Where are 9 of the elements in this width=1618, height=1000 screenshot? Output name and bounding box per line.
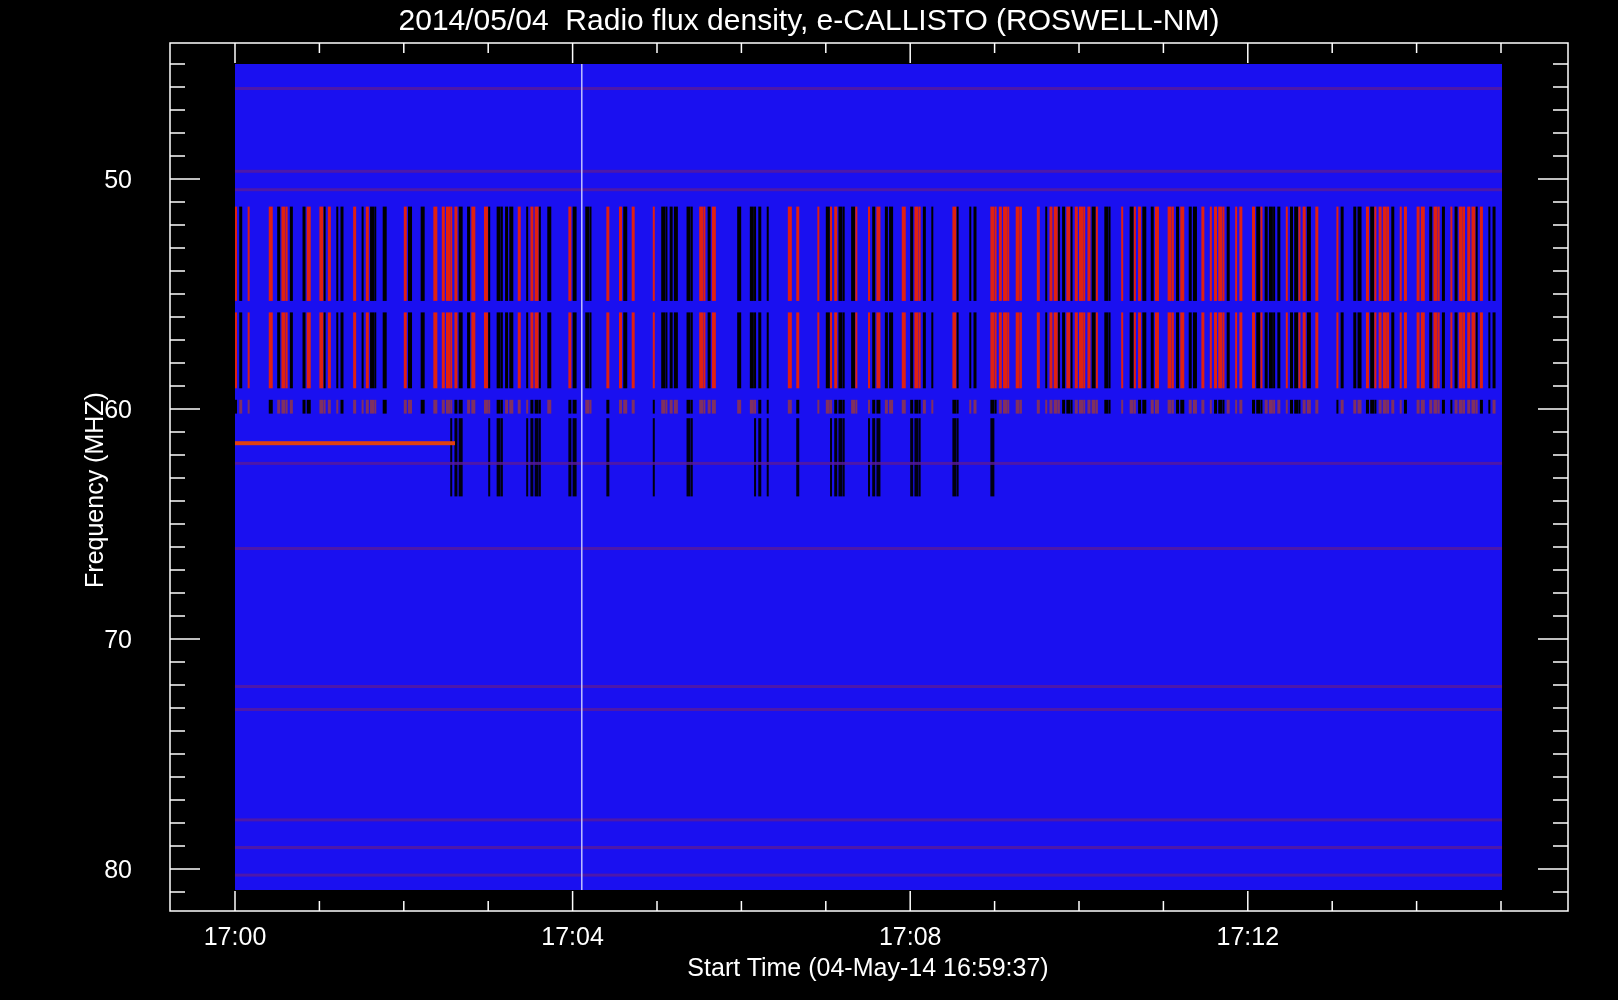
- x-tick-label: 17:04: [541, 922, 604, 950]
- x-tick-label: 17:12: [1216, 922, 1280, 950]
- y-tick-label: 80: [104, 855, 132, 883]
- y-tick-label: 70: [104, 625, 132, 653]
- x-axis-title: Start Time (04-May-14 16:59:37): [687, 953, 1049, 981]
- x-tick-label: 17:08: [878, 922, 942, 950]
- x-tick-label: 17:00: [203, 922, 267, 950]
- plot-title: 2014/05/04 Radio flux density, e-CALLISTO (ROSWELL-NM): [398, 3, 1220, 36]
- y-tick-label: 50: [104, 165, 132, 193]
